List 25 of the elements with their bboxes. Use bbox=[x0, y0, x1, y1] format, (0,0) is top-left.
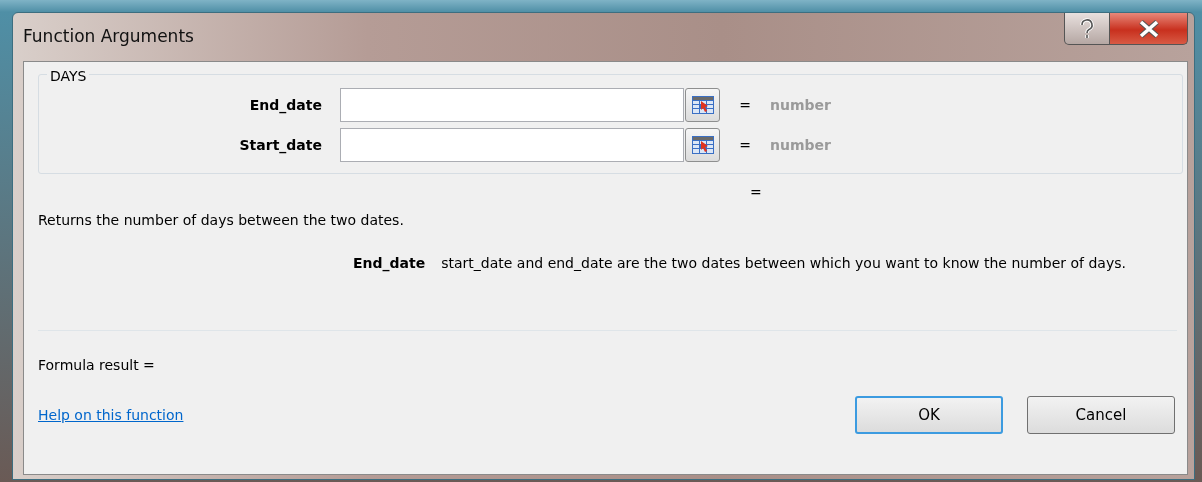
window-title: Function Arguments bbox=[23, 25, 194, 49]
argument-input[interactable] bbox=[340, 128, 684, 162]
equals-sign: = bbox=[738, 95, 752, 115]
cell-picker-button[interactable] bbox=[685, 88, 720, 122]
cancel-button[interactable]: Cancel bbox=[1027, 396, 1175, 434]
equals-sign: = bbox=[738, 135, 752, 155]
argument-result: number bbox=[770, 135, 831, 155]
help-button[interactable] bbox=[1064, 13, 1110, 45]
argument-description: start_date and end_date are the two dates between which you want to know the number of days. bbox=[441, 254, 1126, 273]
formula-result: Formula result = bbox=[38, 357, 155, 373]
argument-input[interactable] bbox=[340, 88, 684, 122]
argument-result: number bbox=[770, 95, 831, 115]
argument-name: End_date bbox=[353, 254, 426, 274]
help-icon bbox=[1078, 17, 1096, 40]
function-description: Returns the number of days between the two dates. bbox=[38, 212, 404, 228]
cell-picker-icon bbox=[690, 135, 715, 155]
close-button[interactable] bbox=[1110, 13, 1188, 45]
cell-picker-button[interactable] bbox=[685, 128, 720, 162]
ok-button[interactable]: OK bbox=[855, 396, 1003, 434]
argument-label: End_date bbox=[248, 95, 323, 116]
cell-picker-icon bbox=[690, 95, 715, 115]
equals-sign: = bbox=[750, 184, 762, 200]
argument-label: Start_date bbox=[238, 135, 323, 156]
close-icon bbox=[1137, 19, 1160, 38]
help-link[interactable]: Help on this function bbox=[38, 404, 184, 426]
